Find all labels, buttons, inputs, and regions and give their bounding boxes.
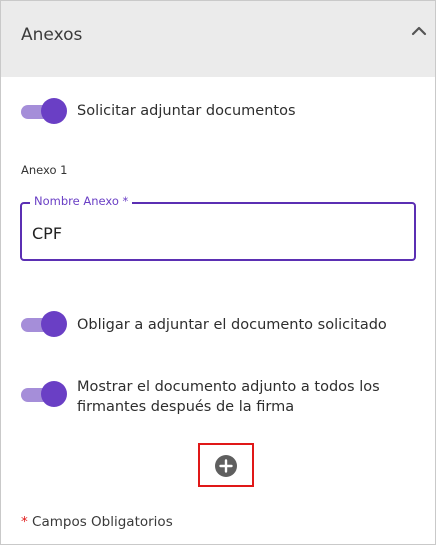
annex-name-field[interactable]: Nombre Anexo * (20, 194, 416, 261)
toggle-knob (41, 381, 67, 407)
annexes-panel: Anexos Solicitar adjuntar documentos Ane… (0, 0, 436, 545)
show-attachment-toggle[interactable] (21, 381, 67, 407)
add-annex-highlight (198, 443, 254, 487)
required-star: * (21, 514, 28, 530)
required-fields-text: Campos Obligatorios (27, 514, 173, 530)
section-title: Anexos (21, 25, 83, 45)
toggle-knob (41, 98, 67, 124)
toggle-knob (41, 311, 67, 337)
annex-name-label: Nombre Anexo * (30, 194, 133, 208)
plus-icon (219, 459, 233, 473)
request-attachments-toggle[interactable] (21, 98, 67, 124)
require-attachment-label: Obligar a adjuntar el documento solicita… (77, 317, 387, 333)
request-attachments-label: Solicitar adjuntar documentos (77, 103, 296, 119)
chevron-up-icon[interactable] (409, 21, 429, 41)
toggle-row-require-attachment: Obligar a adjuntar el documento solicita… (21, 311, 387, 337)
show-attachment-label: Mostrar el documento adjunto a todos los… (77, 379, 380, 415)
annex-heading: Anexo 1 (21, 163, 68, 177)
section-header[interactable]: Anexos (1, 1, 435, 77)
required-fields-note: * Campos Obligatorios (21, 514, 173, 530)
require-attachment-toggle[interactable] (21, 311, 67, 337)
add-annex-button[interactable] (215, 455, 237, 477)
toggle-row-request-attachments: Solicitar adjuntar documentos (21, 98, 296, 124)
annex-name-input[interactable] (32, 224, 392, 243)
toggle-row-show-attachment: Mostrar el documento adjunto a todos los… (21, 377, 407, 417)
